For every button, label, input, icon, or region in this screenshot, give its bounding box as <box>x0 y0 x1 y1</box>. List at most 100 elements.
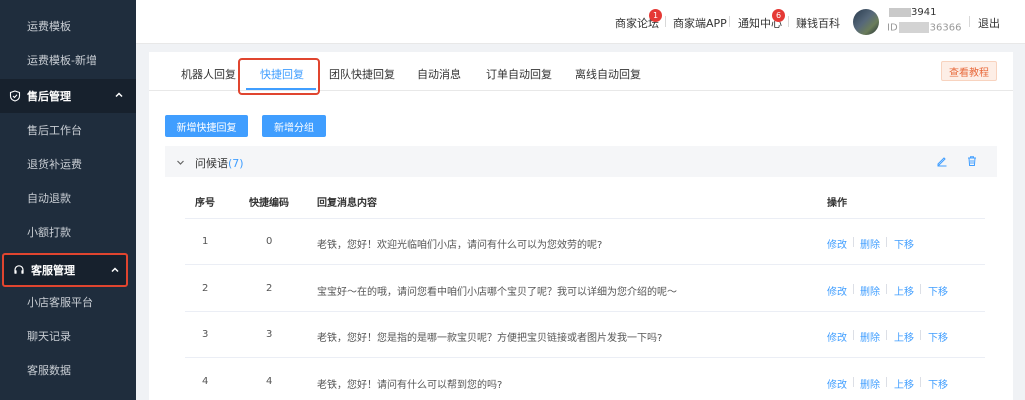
add-group-button[interactable]: 新增分组 <box>262 115 326 137</box>
tab-order-auto-reply[interactable]: 订单自动回复 <box>486 66 552 82</box>
money-wiki-link[interactable]: 赚钱百科 <box>796 15 840 31</box>
sidebar-item-label: 运费模板-新增 <box>27 54 97 67</box>
row-content: 老铁，您好！欢迎光临咱们小店，请问有什么可以为您效劳的呢? <box>317 240 603 251</box>
row-code: 2 <box>266 283 273 294</box>
sidebar-item-label: 聊天记录 <box>27 330 71 343</box>
sidebar-item-freight-template-add[interactable]: 运费模板-新增 <box>0 43 136 77</box>
logout-link[interactable]: 退出 <box>978 15 1000 31</box>
avatar[interactable] <box>853 9 879 35</box>
divider <box>920 330 921 340</box>
row-code: 4 <box>266 376 273 387</box>
sidebar-item-label: 小额打款 <box>27 226 71 239</box>
forum-badge: 1 <box>649 9 662 22</box>
sidebar-group-after-sales[interactable]: 售后管理 <box>0 79 136 113</box>
sidebar-group-customer-service[interactable]: 客服管理 <box>2 253 128 287</box>
column-header-index: 序号 <box>195 198 215 209</box>
edit-button[interactable]: 修改 <box>827 376 847 391</box>
chevron-up-icon <box>110 265 120 275</box>
divider <box>729 16 730 27</box>
delete-button[interactable]: 删除 <box>860 236 880 251</box>
sidebar-item-label: 售后工作台 <box>27 124 82 137</box>
divider <box>853 330 854 340</box>
sidebar-item-chat-records[interactable]: 聊天记录 <box>0 319 136 353</box>
tab-robot-reply[interactable]: 机器人回复 <box>181 66 236 82</box>
move-down-button[interactable]: 下移 <box>894 236 914 251</box>
user-id: ID 36366 <box>887 22 962 34</box>
divider <box>853 284 854 294</box>
edit-button[interactable]: 修改 <box>827 236 847 251</box>
sidebar: 运费模板 运费模板-新增 售后管理 售后工作台 退货补运费 自动退款 小额打款 … <box>0 0 136 400</box>
row-index: 3 <box>202 329 209 340</box>
divider <box>185 357 985 358</box>
divider <box>185 218 985 219</box>
sidebar-item-label: 小店客服平台 <box>27 296 93 309</box>
divider <box>185 311 985 312</box>
move-down-button[interactable]: 下移 <box>928 283 948 298</box>
divider <box>969 16 970 27</box>
sidebar-item-label: 客服数据 <box>27 364 71 377</box>
row-code: 0 <box>266 236 273 247</box>
row-content: 老铁，您好！请问有什么可以帮到您的吗? <box>317 380 503 391</box>
row-index: 1 <box>202 236 209 247</box>
column-header-actions: 操作 <box>827 198 847 209</box>
group-header[interactable]: 问候语(7) <box>165 146 997 177</box>
row-content: 老铁，您好！您是指的是哪一款宝贝呢？方便把宝贝链接或者图片发我一下吗? <box>317 333 663 344</box>
edit-button[interactable]: 修改 <box>827 283 847 298</box>
divider <box>886 330 887 340</box>
chevron-up-icon <box>114 90 124 100</box>
redacted-block <box>898 22 929 33</box>
divider <box>853 237 854 247</box>
top-header: 商家论坛 1 商家端APP 通知中心 6 赚钱百科 3941 ID 36366 退… <box>136 0 1025 44</box>
annotation-highlight <box>238 58 320 95</box>
move-down-button[interactable]: 下移 <box>928 329 948 344</box>
group-count: (7) <box>228 157 244 170</box>
divider <box>853 377 854 387</box>
move-up-button[interactable]: 上移 <box>894 376 914 391</box>
row-code: 3 <box>266 329 273 340</box>
sidebar-group-label: 客服管理 <box>31 264 75 277</box>
sidebar-item-small-payment[interactable]: 小额打款 <box>0 215 136 249</box>
move-down-button[interactable]: 下移 <box>928 376 948 391</box>
move-up-button[interactable]: 上移 <box>894 283 914 298</box>
row-index: 2 <box>202 283 209 294</box>
sidebar-item-shop-cs-platform[interactable]: 小店客服平台 <box>0 285 136 319</box>
delete-button[interactable]: 删除 <box>860 283 880 298</box>
column-header-code: 快捷编码 <box>249 198 289 209</box>
divider <box>665 16 666 27</box>
tab-auto-message[interactable]: 自动消息 <box>417 66 461 82</box>
edit-button[interactable]: 修改 <box>827 329 847 344</box>
sidebar-item-return-freight[interactable]: 退货补运费 <box>0 147 136 181</box>
tab-bar: 机器人回复 快捷回复 团队快捷回复 自动消息 订单自动回复 离线自动回复 查看教… <box>149 52 1013 95</box>
add-quick-reply-button[interactable]: 新增快捷回复 <box>165 115 248 137</box>
divider <box>788 16 789 27</box>
divider <box>886 284 887 294</box>
sidebar-group-label: 售后管理 <box>27 90 71 103</box>
tab-team-quick-reply[interactable]: 团队快捷回复 <box>329 66 395 82</box>
divider <box>920 377 921 387</box>
sidebar-item-after-sales-workbench[interactable]: 售后工作台 <box>0 113 136 147</box>
column-header-content: 回复消息内容 <box>317 198 377 209</box>
row-index: 4 <box>202 376 209 387</box>
sidebar-item-label: 运费模板 <box>27 20 71 33</box>
trash-icon[interactable] <box>966 155 978 167</box>
divider <box>886 377 887 387</box>
notification-badge: 6 <box>772 9 785 22</box>
sidebar-item-freight-template[interactable]: 运费模板 <box>0 9 136 43</box>
tab-offline-auto-reply[interactable]: 离线自动回复 <box>575 66 641 82</box>
edit-icon[interactable] <box>936 155 948 167</box>
move-up-button[interactable]: 上移 <box>894 329 914 344</box>
sidebar-item-auto-refund[interactable]: 自动退款 <box>0 181 136 215</box>
merchant-app-link[interactable]: 商家端APP <box>673 15 727 31</box>
row-content: 宝宝好～在的哦，请问您看中咱们小店哪个宝贝了呢？我可以详细为您介绍的呢～ <box>317 287 677 298</box>
group-title: 问候语(7) <box>195 157 244 170</box>
delete-button[interactable]: 删除 <box>860 376 880 391</box>
chevron-down-icon[interactable] <box>176 157 185 166</box>
sidebar-item-label: 退货补运费 <box>27 158 82 171</box>
divider <box>920 284 921 294</box>
sidebar-item-label: 自动退款 <box>27 192 71 205</box>
redacted-block <box>889 7 911 17</box>
view-tutorial-button[interactable]: 查看教程 <box>941 61 997 81</box>
sidebar-item-cs-data[interactable]: 客服数据 <box>0 353 136 387</box>
headset-icon <box>13 264 25 276</box>
delete-button[interactable]: 删除 <box>860 329 880 344</box>
